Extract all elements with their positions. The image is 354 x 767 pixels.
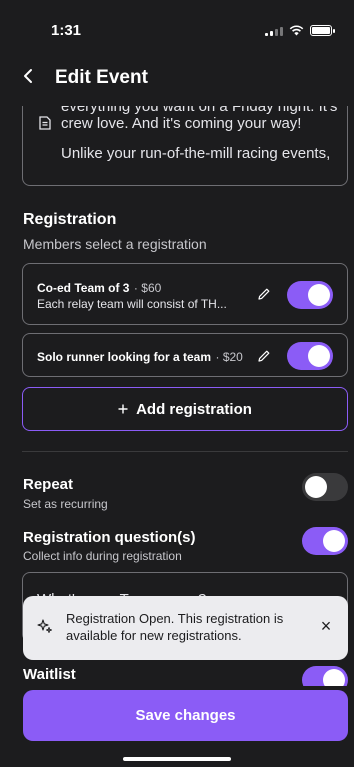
registration-card[interactable]: Co-ed Team of 3 · $60 Each relay team wi… xyxy=(22,263,348,325)
repeat-title: Repeat xyxy=(23,476,74,493)
wifi-icon xyxy=(289,25,304,36)
edit-pencil-icon[interactable] xyxy=(257,287,271,301)
registration-subheading: Members select a registration xyxy=(23,236,207,252)
divider xyxy=(22,451,348,452)
questions-subtitle: Collect info during registration xyxy=(23,549,182,563)
repeat-subtitle: Set as recurring xyxy=(23,497,108,511)
toast-message: Registration Open. This registration is … xyxy=(66,611,284,643)
home-indicator xyxy=(123,757,231,761)
status-bar: 1:31 xyxy=(0,0,354,54)
description-line: crew love. And it's coming your way! xyxy=(61,115,302,132)
repeat-toggle[interactable] xyxy=(302,473,348,501)
page-title: Edit Event xyxy=(55,67,148,88)
description-line: Unlike your run-of-the-mill racing event… xyxy=(61,145,331,162)
registration-price: $60 xyxy=(141,281,162,295)
registration-price: $20 xyxy=(222,350,243,364)
cellular-signal-icon xyxy=(265,26,283,36)
sparkle-icon xyxy=(37,619,52,633)
registration-toggle[interactable] xyxy=(287,281,333,309)
registration-header: Solo runner looking for a team · $20 xyxy=(37,348,243,366)
save-changes-button[interactable]: Save changes xyxy=(23,690,348,741)
nav-bar: Edit Event xyxy=(0,58,354,98)
questions-title: Registration question(s) xyxy=(23,529,196,546)
battery-icon xyxy=(310,25,335,36)
description-field[interactable]: everything you want on a Friday night. I… xyxy=(22,106,348,186)
registration-header: Co-ed Team of 3 · $60 xyxy=(37,279,161,297)
description-line: everything you want on a Friday night. I… xyxy=(61,106,338,115)
status-time: 1:31 xyxy=(51,22,82,39)
status-icons xyxy=(265,25,335,36)
questions-toggle[interactable] xyxy=(302,527,348,555)
registration-name: Co-ed Team of 3 xyxy=(37,281,130,295)
registration-name: Solo runner looking for a team xyxy=(37,350,212,364)
plus-icon xyxy=(118,404,128,414)
waitlist-toggle[interactable] xyxy=(302,666,348,686)
document-icon xyxy=(39,116,51,130)
close-icon[interactable]: × xyxy=(318,617,334,635)
waitlist-title: Waitlist xyxy=(23,666,76,683)
registration-toggle[interactable] xyxy=(287,342,333,370)
chevron-left-icon[interactable] xyxy=(23,67,41,90)
registration-price-sep: · xyxy=(215,350,223,364)
registration-description: Each relay team will consist of TH... xyxy=(37,297,227,311)
add-registration-label: Add registration xyxy=(136,400,252,418)
add-registration-button[interactable]: Add registration xyxy=(22,387,348,431)
edit-pencil-icon[interactable] xyxy=(257,349,271,363)
registration-heading: Registration xyxy=(23,211,117,228)
toast-notification: Registration Open. This registration is … xyxy=(23,596,348,660)
registration-card[interactable]: Solo runner looking for a team · $20 xyxy=(22,333,348,377)
